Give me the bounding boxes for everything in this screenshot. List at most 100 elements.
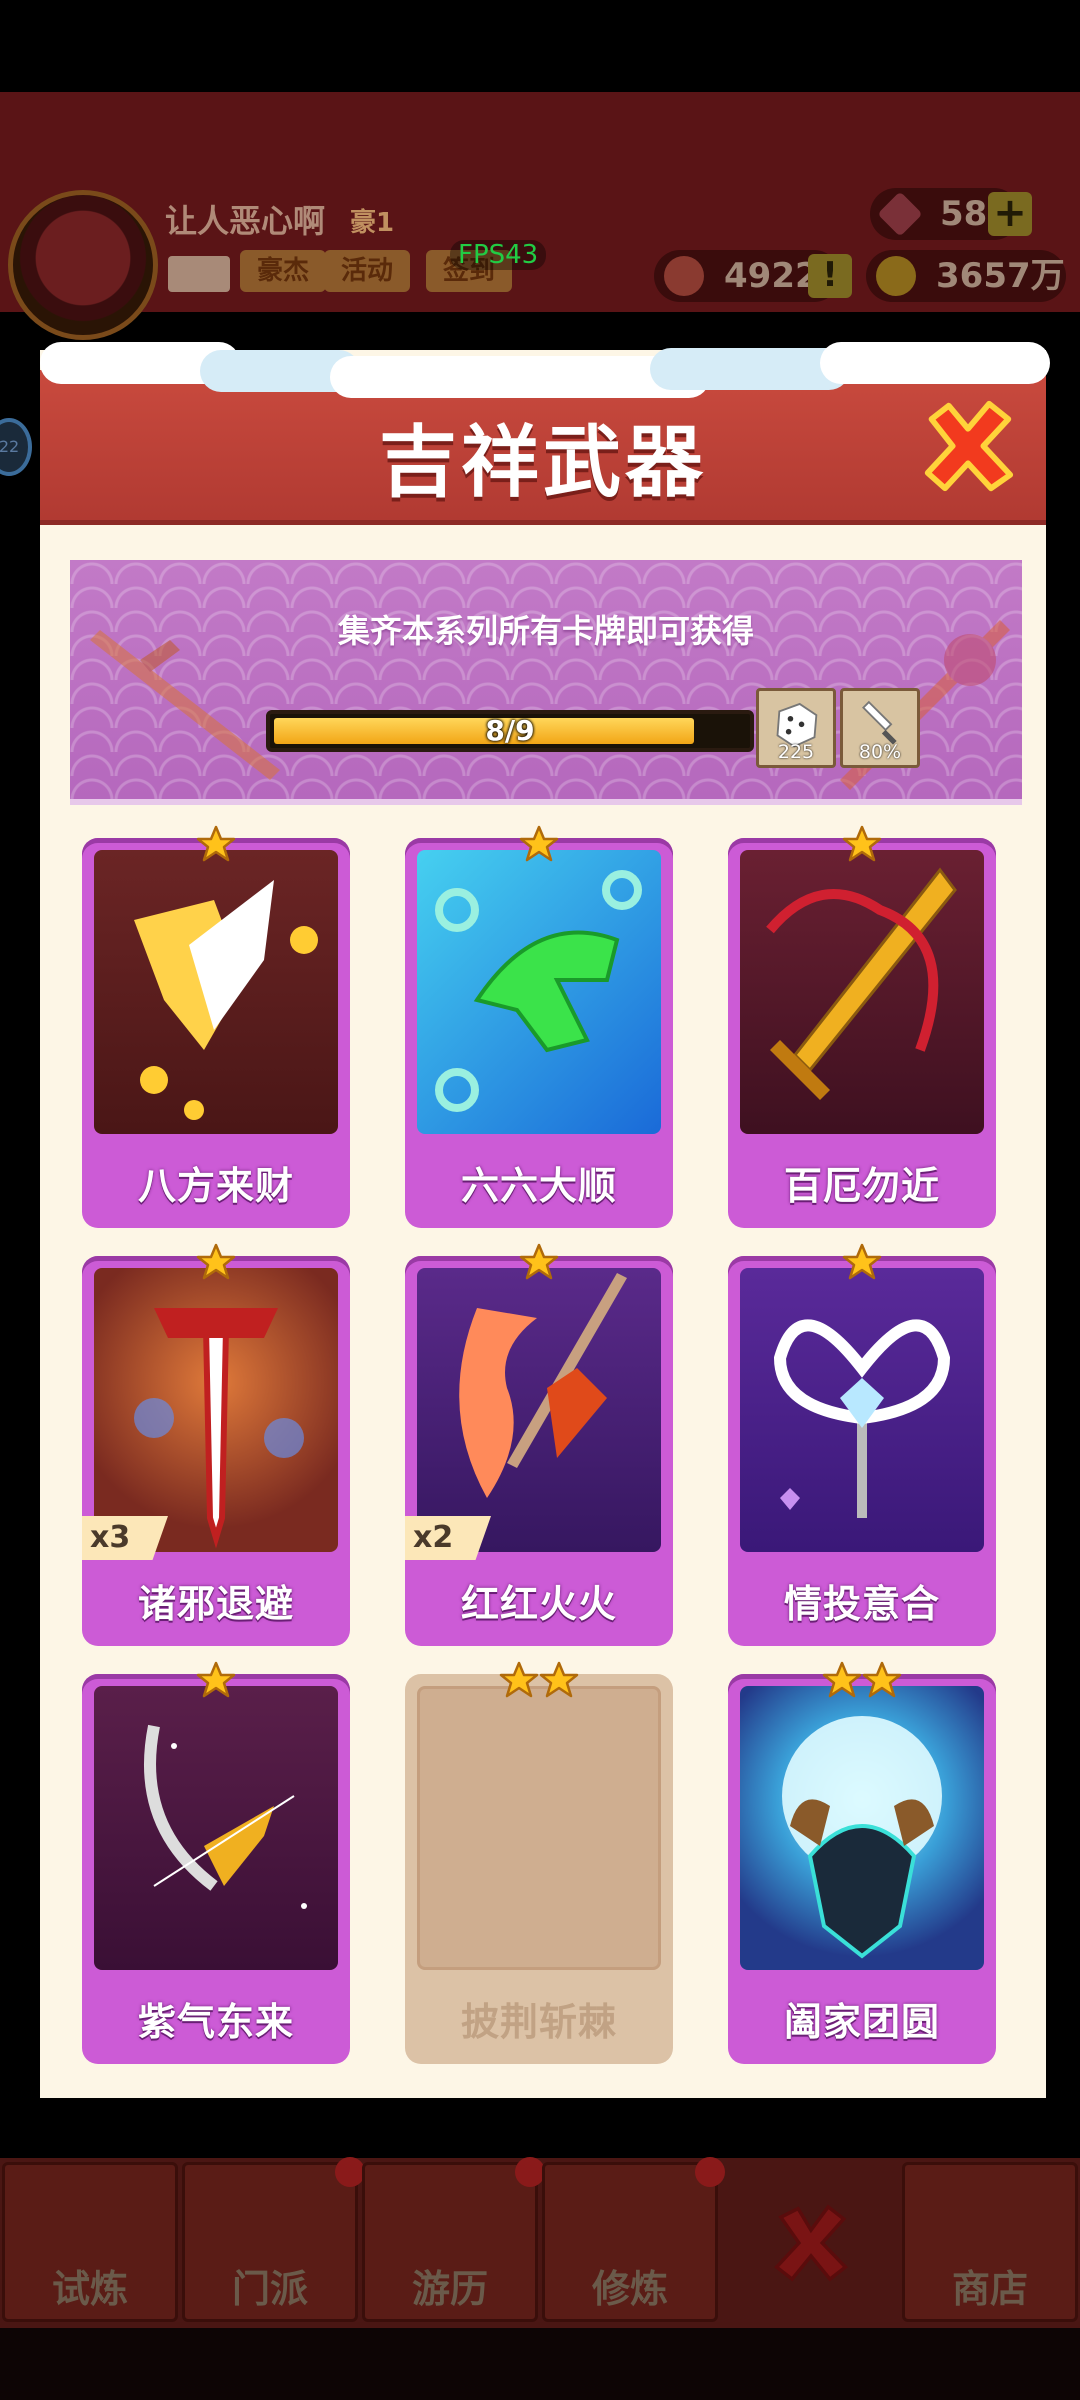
card-artwork xyxy=(417,1268,661,1552)
snow-decoration xyxy=(820,342,1050,384)
card-stars xyxy=(405,1660,673,1700)
star-icon xyxy=(862,1661,902,1698)
card-stars xyxy=(82,1660,350,1700)
modal-title: 吉祥武器 xyxy=(378,418,707,508)
purple-scythe-icon xyxy=(144,1724,307,1909)
side-badge[interactable]: 22 xyxy=(0,418,32,476)
weapon-card[interactable]: 六六大顺 xyxy=(405,825,673,1228)
progress-text: 8/9 xyxy=(485,714,535,747)
nav-shop-label: 商店 xyxy=(951,2267,1028,2311)
heart-wand-icon xyxy=(773,1319,951,1518)
notification-dot xyxy=(335,2157,365,2187)
card-name: 情投意合 xyxy=(783,1582,940,1626)
collection-banner: 集齐本系列所有卡牌即可获得 8/9 225 80% xyxy=(70,560,1022,805)
notification-dot xyxy=(515,2157,545,2187)
heroes-button[interactable]: 豪杰 xyxy=(240,250,326,292)
golden-sword-icon xyxy=(766,867,957,1100)
player-avatar[interactable] xyxy=(8,190,158,340)
star-icon xyxy=(822,1661,862,1698)
mail-icon[interactable] xyxy=(168,256,230,292)
card-name: 八方来财 xyxy=(137,1164,294,1208)
weapon-card[interactable]: 阖家团圆 xyxy=(728,1661,996,2064)
notification-dot xyxy=(695,2157,725,2187)
weapon-card[interactable]: x2 红红火火 xyxy=(405,1243,673,1646)
star-icon xyxy=(519,1243,559,1280)
card-multiplier: x3 xyxy=(82,1516,168,1560)
card-stars xyxy=(405,1242,673,1282)
gem-counter: 582 + xyxy=(870,188,1032,240)
weapon-card[interactable]: 披荆斩棘 xyxy=(405,1661,673,2064)
nav-trial[interactable]: 试炼 xyxy=(2,2162,178,2322)
star-icon xyxy=(519,825,559,862)
reward-dice[interactable]: 225 xyxy=(756,688,836,768)
card-stars xyxy=(405,824,673,864)
six-hand-icon xyxy=(435,870,642,1112)
close-icon[interactable] xyxy=(920,398,1016,494)
status-bar xyxy=(0,0,1080,92)
banner-text: 集齐本系列所有卡牌即可获得 xyxy=(337,612,754,650)
token-alert-button[interactable]: ! xyxy=(808,254,852,298)
card-multiplier: x2 xyxy=(405,1516,491,1560)
nav-travel[interactable]: 游历 xyxy=(362,2157,545,2322)
token-value: 4922 xyxy=(724,256,819,296)
fps-counter: FPS43 xyxy=(450,240,547,270)
weapon-card[interactable]: 情投意合 xyxy=(728,1243,996,1646)
card-artwork xyxy=(94,1686,338,1970)
card-name: 六六大顺 xyxy=(460,1164,617,1208)
card-stars xyxy=(728,1660,996,1700)
nav-cultivate-label: 修炼 xyxy=(591,2267,668,2311)
card-name: 披荆斩棘 xyxy=(460,2000,617,2044)
gem-icon xyxy=(877,191,923,237)
coin-icon xyxy=(876,256,916,296)
events-button[interactable]: 活动 xyxy=(324,250,410,292)
card-artwork xyxy=(417,850,661,1134)
card-artwork xyxy=(94,1268,338,1552)
player-name: 让人恶心啊 xyxy=(165,202,326,240)
reward-dagger[interactable]: 80% xyxy=(840,688,920,768)
nav-close-icon[interactable] xyxy=(768,2200,854,2286)
card-artwork xyxy=(94,850,338,1134)
weapon-card[interactable]: 八方来财 xyxy=(82,825,350,1228)
weapon-card[interactable]: x3 诸邪退避 xyxy=(82,1243,350,1646)
card-artwork xyxy=(740,1686,984,1970)
star-icon xyxy=(842,1243,882,1280)
vip-level: 豪1 xyxy=(350,208,395,238)
reward-dice-count: 225 xyxy=(777,741,815,763)
collection-progress-bar: 8/9 xyxy=(266,710,754,752)
card-name: 百厄勿近 xyxy=(783,1164,940,1208)
nav-shop[interactable]: 商店 xyxy=(902,2162,1078,2322)
nav-cultivate[interactable]: 修炼 xyxy=(542,2157,725,2322)
reward-dagger-bonus: 80% xyxy=(858,741,902,763)
system-nav-bar xyxy=(0,2328,1080,2400)
card-name: 诸邪退避 xyxy=(137,1582,294,1626)
star-icon xyxy=(539,1661,579,1698)
star-icon xyxy=(842,825,882,862)
card-artwork xyxy=(740,1268,984,1552)
nav-sect-label: 门派 xyxy=(231,2267,308,2311)
fire-spear-icon xyxy=(459,1273,627,1498)
golden-blade-icon xyxy=(134,880,318,1120)
card-stars xyxy=(82,1242,350,1282)
star-icon xyxy=(196,1243,236,1280)
card-name: 紫气东来 xyxy=(137,2000,294,2044)
nav-travel-label: 游历 xyxy=(411,2267,488,2311)
card-stars xyxy=(82,824,350,864)
token-icon xyxy=(664,256,704,296)
nav-sect[interactable]: 门派 xyxy=(182,2157,365,2322)
star-icon xyxy=(499,1661,539,1698)
card-stars xyxy=(728,824,996,864)
red-sword-icon xyxy=(134,1308,304,1549)
weapon-card[interactable]: 百厄勿近 xyxy=(728,825,996,1228)
add-gems-button[interactable]: + xyxy=(988,192,1032,236)
weapon-card[interactable]: 紫气东来 xyxy=(82,1661,350,2064)
nav-trial-label: 试炼 xyxy=(51,2267,128,2311)
star-icon xyxy=(196,825,236,862)
moon-orb-icon xyxy=(782,1716,942,1959)
star-icon xyxy=(196,1661,236,1698)
card-artwork xyxy=(740,850,984,1134)
card-name: 红红火火 xyxy=(460,1582,617,1626)
card-placeholder xyxy=(417,1686,661,1970)
coin-value: 3657万 xyxy=(936,256,1065,296)
token-counter: 4922 ! xyxy=(654,250,852,302)
coin-counter: 3657万 xyxy=(866,250,1066,302)
